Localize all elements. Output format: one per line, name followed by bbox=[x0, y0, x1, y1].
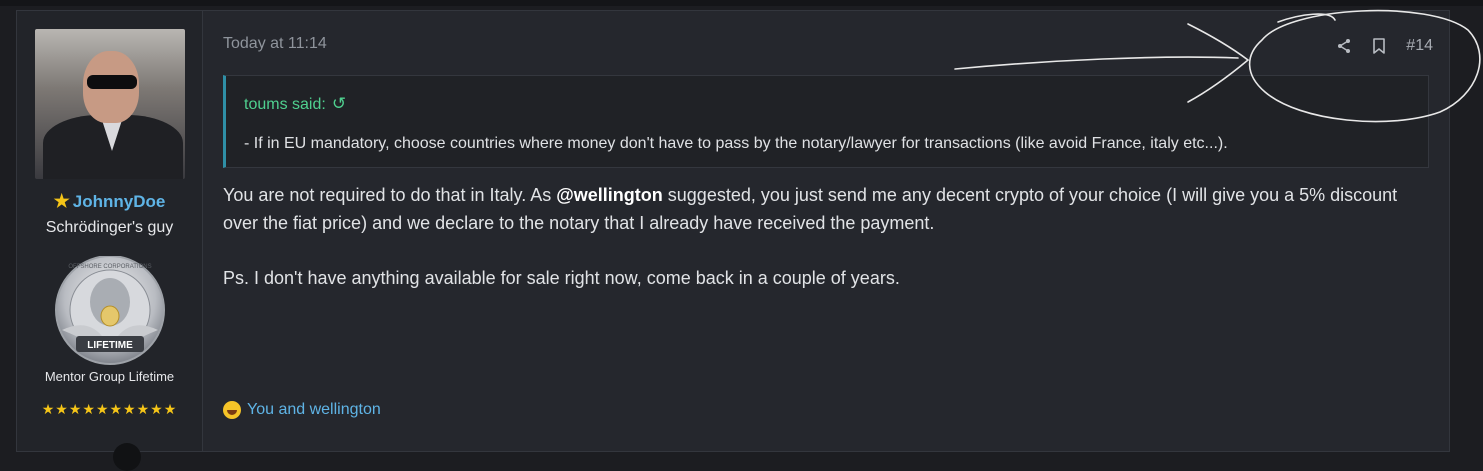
post-message: ★ JohnnyDoe Schrödinger's guy LIFETIME OF… bbox=[16, 10, 1450, 471]
badge-label: LIFETIME bbox=[87, 340, 133, 351]
bookmark-icon[interactable] bbox=[1372, 38, 1386, 54]
avatar[interactable] bbox=[35, 29, 185, 179]
top-bar bbox=[0, 0, 1483, 6]
quote-block: toums said: ↺ - If in EU mandatory, choos… bbox=[223, 75, 1429, 168]
post-number-link[interactable]: #14 bbox=[1406, 37, 1433, 55]
go-to-quote-icon[interactable]: ↺ bbox=[332, 94, 346, 113]
quote-text: - If in EU mandatory, choose countries w… bbox=[244, 135, 1228, 152]
body-paragraph-1: You are not required to do that in Italy… bbox=[223, 181, 1423, 237]
quote-author[interactable]: toums said: ↺ bbox=[244, 94, 346, 114]
rank-label: Mentor Group Lifetime bbox=[44, 369, 175, 384]
user-title: Schrödinger's guy bbox=[45, 219, 174, 236]
post-actions: #14 bbox=[1336, 37, 1433, 55]
body-text-segment: You are not required to do that in Italy… bbox=[223, 185, 557, 205]
rank-stars: ★★★★★★★★★★ bbox=[41, 401, 178, 417]
body-paragraph-2: Ps. I don't have anything available for … bbox=[223, 268, 900, 288]
lifetime-badge: LIFETIME OFFSHORE CORPORATIONS bbox=[55, 256, 165, 365]
badge-ring-text: OFFSHORE CORPORATIONS bbox=[68, 264, 151, 270]
reactions-bar[interactable]: You and wellington bbox=[223, 401, 381, 419]
quote-author-label: toums said: bbox=[244, 96, 326, 113]
laughing-emoji-icon bbox=[223, 401, 241, 419]
username-row: ★ JohnnyDoe bbox=[17, 191, 202, 212]
share-icon[interactable] bbox=[1336, 38, 1352, 54]
next-avatar bbox=[113, 443, 141, 471]
username-link[interactable]: JohnnyDoe bbox=[73, 192, 166, 211]
user-info-panel: ★ JohnnyDoe Schrödinger's guy LIFETIME OF… bbox=[17, 11, 203, 451]
post-body: You are not required to do that in Italy… bbox=[223, 181, 1423, 292]
star-icon: ★ bbox=[53, 191, 70, 211]
reactions-list[interactable]: You and wellington bbox=[247, 401, 381, 419]
post-timestamp[interactable]: Today at 11:14 bbox=[223, 35, 327, 53]
avatar-figure-glasses bbox=[87, 75, 137, 89]
user-mention[interactable]: @wellington bbox=[556, 185, 663, 205]
